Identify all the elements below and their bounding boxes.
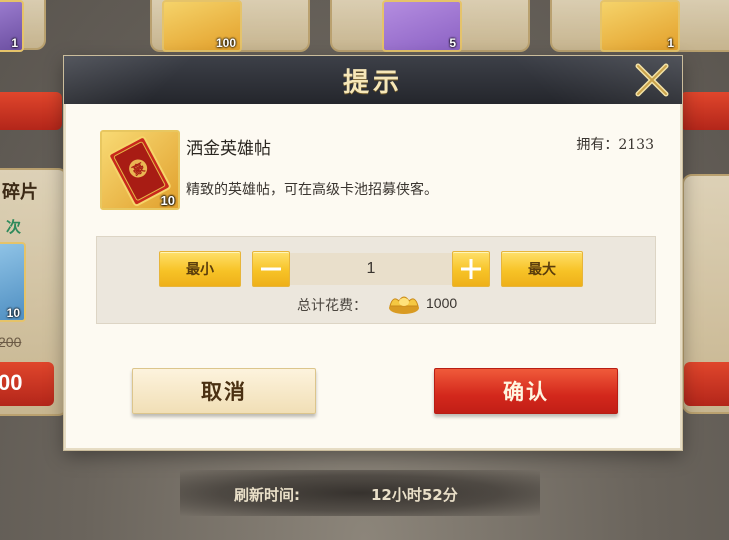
minus-icon (261, 267, 281, 271)
bg-item-count: 5 (449, 36, 456, 50)
confirm-button[interactable]: 确认 (434, 368, 618, 414)
bg-card-sub: 次 (6, 218, 22, 236)
bg-item-thumb: 10 (0, 242, 26, 322)
refresh-label: 刷新时间: (234, 486, 300, 504)
bg-item-thumb: 100 (162, 0, 242, 52)
bg-item-count: 100 (215, 36, 236, 50)
bg-buy-button (684, 362, 729, 406)
quantity-selector: 最小 最大 总计花费： 1000 (96, 236, 656, 324)
close-button[interactable] (632, 60, 672, 100)
increase-button[interactable] (452, 251, 490, 287)
dialog-title: 提示 (342, 68, 403, 98)
bg-item-count: 1 (11, 36, 18, 50)
max-button[interactable]: 最大 (501, 251, 583, 287)
hero-invitation-card-icon: 豪 10 (100, 130, 180, 210)
total-cost-value: 1000 (426, 295, 458, 311)
item-name: 洒金英雄帖 (186, 139, 271, 159)
purchase-dialog: 提示 豪 10 洒金英雄帖 拥有：2133 精致的英雄帖，可在高级卡池招募侠客。… (64, 56, 682, 450)
bg-buy-button: 00 (0, 362, 54, 406)
bg-item-count: 10 (6, 306, 20, 320)
item-description: 精致的英雄帖，可在高级卡池招募侠客。 (186, 182, 438, 198)
refresh-timer: 12小时52分 (371, 486, 458, 504)
total-cost-label: 总计花费： (297, 298, 367, 314)
bg-buy-button (680, 92, 729, 130)
item-quantity: 10 (160, 193, 175, 208)
bg-price: 00 (0, 370, 23, 395)
bg-old-price: 200 (0, 334, 22, 350)
bg-item-thumb: 1 (0, 0, 24, 52)
bg-item-count: 1 (667, 36, 674, 50)
bg-item-thumb: 5 (382, 0, 462, 52)
bg-card-title: 碎片 (2, 182, 38, 203)
decrease-button[interactable] (252, 251, 290, 287)
cancel-button[interactable]: 取消 (132, 368, 316, 414)
dialog-header: 提示 (64, 56, 682, 104)
plus-icon (461, 259, 481, 279)
min-button[interactable]: 最小 (159, 251, 241, 287)
bg-item-thumb: 1 (600, 0, 680, 52)
bg-buy-button (0, 92, 62, 130)
close-icon (635, 63, 669, 97)
gold-ingot-icon (389, 296, 419, 314)
quantity-input[interactable] (290, 253, 452, 285)
item-owned-count: 拥有：2133 (576, 137, 654, 153)
